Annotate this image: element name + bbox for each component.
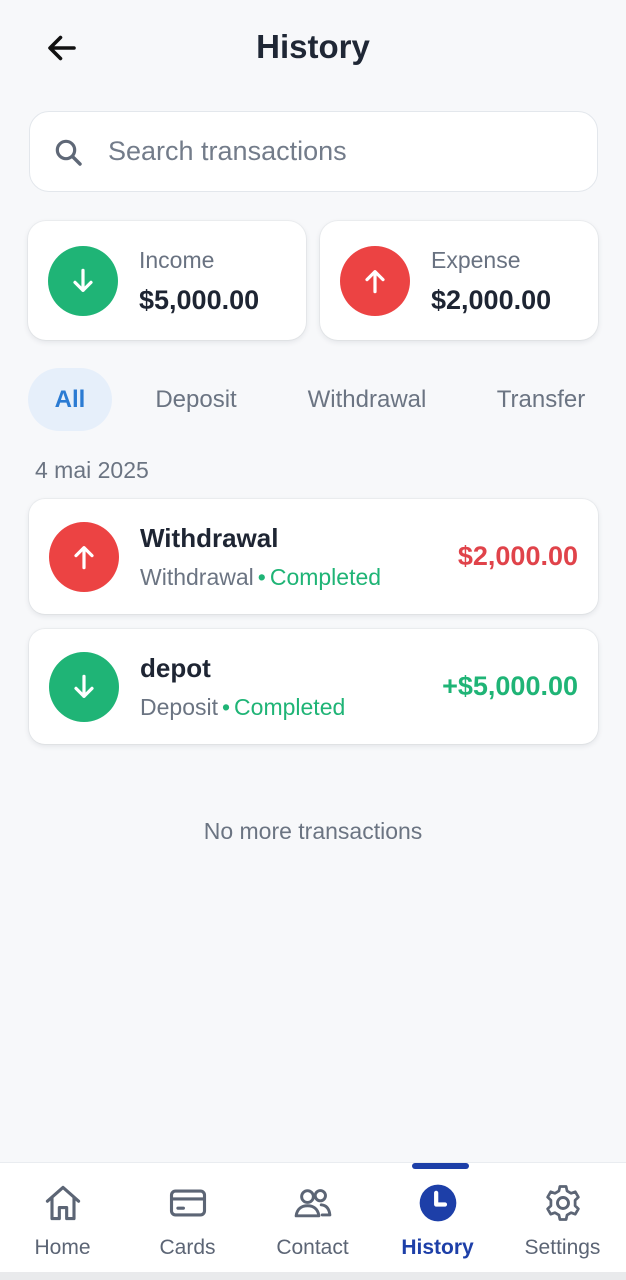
search-icon — [55, 139, 82, 166]
filter-tabs: All Deposit Withdrawal Transfer — [0, 368, 626, 432]
top-app-bar: History — [0, 0, 626, 96]
transaction-type: Deposit — [140, 694, 218, 720]
search-input[interactable] — [108, 136, 548, 167]
transaction-type-badge — [49, 652, 119, 722]
nav-label: Home — [34, 1236, 91, 1259]
search-bar[interactable] — [29, 111, 598, 192]
home-icon — [45, 1185, 80, 1221]
tab-deposit[interactable]: Deposit — [140, 368, 252, 431]
arrow-down-icon — [73, 268, 93, 292]
end-of-list-message: No more transactions — [203, 818, 423, 844]
transaction-type-badge — [49, 522, 119, 592]
expense-badge — [340, 246, 410, 316]
income-summary-card: Income $5,000.00 — [28, 221, 306, 340]
transaction-title: depot — [140, 653, 211, 683]
page-title: History — [256, 28, 370, 65]
clock-icon — [419, 1184, 456, 1222]
card-icon — [169, 1189, 206, 1217]
tab-all[interactable]: All — [28, 368, 112, 431]
expense-summary-card: Expense $2,000.00 — [320, 221, 598, 340]
gear-icon — [545, 1185, 580, 1221]
arrow-down-icon — [74, 674, 94, 698]
nav-contact[interactable]: Contact — [250, 1163, 375, 1271]
nav-settings[interactable]: Settings — [500, 1163, 625, 1271]
expense-label: Expense — [431, 247, 521, 273]
income-amount: $5,000.00 — [139, 285, 260, 315]
nav-label: Contact — [276, 1236, 349, 1259]
transaction-type: Withdrawal — [140, 564, 254, 590]
transaction-row[interactable]: Withdrawal Withdrawal • Completed $2,000.0… — [29, 499, 598, 614]
transaction-meta: Deposit • Completed — [140, 694, 345, 721]
system-gesture-bar — [0, 1272, 626, 1280]
transaction-status: Completed — [269, 564, 382, 590]
meta-separator: • — [257, 564, 266, 590]
nav-label: Cards — [159, 1236, 216, 1259]
nav-label: Settings — [524, 1236, 601, 1259]
transaction-meta: Withdrawal • Completed — [140, 564, 381, 591]
meta-separator: • — [221, 694, 231, 720]
bottom-navigation: Home Cards Contact History Settings — [0, 1162, 626, 1280]
tab-withdrawal[interactable]: Withdrawal — [296, 368, 438, 431]
transaction-amount: $2,000.00 — [457, 541, 578, 571]
arrow-up-icon — [74, 546, 94, 570]
transaction-amount: +$5,000.00 — [442, 671, 578, 701]
nav-cards[interactable]: Cards — [125, 1163, 250, 1271]
nav-label: History — [401, 1236, 474, 1259]
contacts-icon — [294, 1189, 331, 1218]
income-badge — [48, 246, 118, 316]
nav-home[interactable]: Home — [0, 1163, 125, 1271]
expense-amount: $2,000.00 — [431, 285, 552, 315]
date-group-label: 4 mai 2025 — [35, 457, 149, 483]
income-label: Income — [139, 247, 215, 273]
tab-transfer[interactable]: Transfer — [486, 368, 596, 431]
transaction-row[interactable]: depot Deposit • Completed +$5,000.00 — [29, 629, 598, 744]
transaction-status: Completed — [234, 694, 346, 720]
transaction-title: Withdrawal — [140, 523, 279, 553]
nav-history[interactable]: History — [375, 1163, 500, 1271]
arrow-up-icon — [365, 270, 385, 294]
